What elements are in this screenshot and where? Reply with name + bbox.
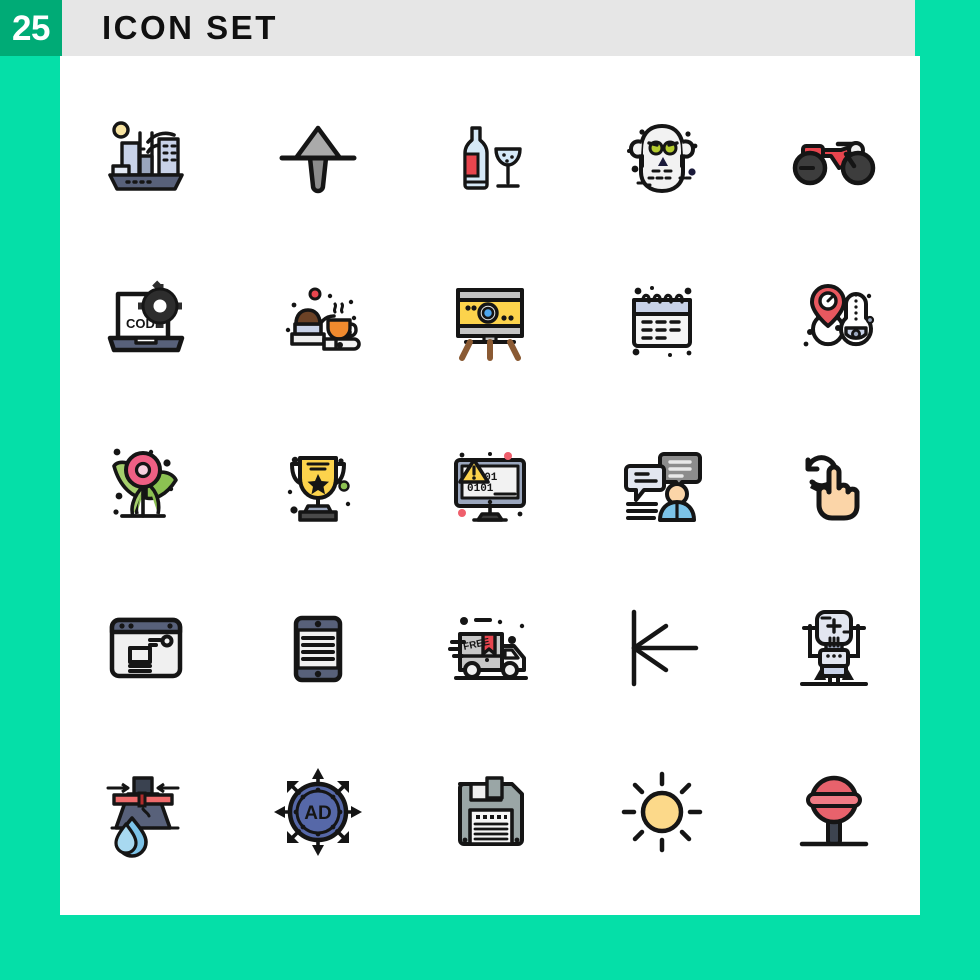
spiral-calendar-icon bbox=[632, 286, 692, 357]
ad-target-icon: AD bbox=[274, 768, 362, 856]
icon-cell-lollipop[interactable] bbox=[748, 730, 920, 894]
icon-count-badge: 25 bbox=[0, 0, 62, 56]
robot-icon bbox=[800, 610, 868, 686]
free-delivery-truck-icon: FREE bbox=[448, 617, 528, 680]
icon-cell-robot[interactable] bbox=[748, 566, 920, 730]
icon-cell-rotate-gesture[interactable] bbox=[748, 402, 920, 566]
rotate-gesture-hand-icon bbox=[805, 455, 860, 521]
arrow-up-align-icon bbox=[279, 125, 357, 194]
chat-user-icon bbox=[624, 452, 702, 522]
icon-cell-espresso[interactable] bbox=[232, 238, 404, 402]
ghost-zombie-icon bbox=[627, 124, 698, 193]
espresso-portafilter-icon bbox=[285, 287, 361, 351]
icon-cell-save[interactable] bbox=[404, 730, 576, 894]
icon-grid: CODE 0101 FREE AD bbox=[60, 74, 920, 894]
icon-cell-sun[interactable] bbox=[576, 730, 748, 894]
ad-label: AD bbox=[304, 803, 331, 824]
icon-cell-motorbike[interactable] bbox=[748, 74, 920, 238]
smart-city-icon bbox=[108, 121, 184, 191]
svg-text:0101: 0101 bbox=[467, 483, 494, 495]
icon-cell-browser-layout[interactable] bbox=[60, 566, 232, 730]
icon-cell-coding[interactable]: CODE bbox=[60, 238, 232, 402]
projector-screen-icon bbox=[456, 288, 524, 361]
header-bar: 25 ICON SET bbox=[0, 0, 915, 56]
icon-cell-chat-user[interactable] bbox=[576, 402, 748, 566]
monitor-error-binary-icon: 0101 0101 bbox=[454, 452, 526, 522]
icon-cell-tablet[interactable] bbox=[232, 566, 404, 730]
icon-cell-smart-city[interactable] bbox=[60, 74, 232, 238]
floppy-disk-save-icon bbox=[458, 776, 524, 846]
icon-cell-arrow-up[interactable] bbox=[232, 74, 404, 238]
icon-cell-arrow-to-left[interactable] bbox=[576, 566, 748, 730]
lollipop-icon bbox=[799, 775, 869, 847]
icon-cell-calendar[interactable] bbox=[576, 238, 748, 402]
browser-layout-icon bbox=[109, 617, 183, 679]
page-title: ICON SET bbox=[102, 9, 278, 46]
icon-cell-projector[interactable] bbox=[404, 238, 576, 402]
arrow-to-left-icon bbox=[631, 609, 699, 687]
icon-cell-thermometer[interactable] bbox=[748, 238, 920, 402]
sun-brightness-icon bbox=[621, 771, 703, 853]
icon-panel: CODE 0101 FREE AD bbox=[60, 56, 920, 915]
icon-cell-ad-target[interactable]: AD bbox=[232, 730, 404, 894]
wine-bottle-glass-icon bbox=[463, 126, 522, 190]
icon-cell-flower[interactable] bbox=[60, 402, 232, 566]
icon-cell-error-monitor[interactable]: 0101 0101 bbox=[404, 402, 576, 566]
icon-cell-water-drip[interactable] bbox=[60, 730, 232, 894]
icon-cell-wine[interactable] bbox=[404, 74, 576, 238]
laptop-code-gear-icon: CODE bbox=[107, 280, 185, 353]
flower-icon bbox=[112, 448, 178, 518]
thermometer-location-icon bbox=[803, 284, 875, 347]
icon-cell-ghost[interactable] bbox=[576, 74, 748, 238]
icon-cell-trophy[interactable] bbox=[232, 402, 404, 566]
icon-cell-free-delivery[interactable]: FREE bbox=[404, 566, 576, 730]
motorbike-icon bbox=[792, 141, 876, 186]
tablet-text-icon bbox=[293, 615, 343, 683]
water-drip-valve-icon bbox=[106, 776, 180, 858]
trophy-icon bbox=[287, 456, 351, 522]
